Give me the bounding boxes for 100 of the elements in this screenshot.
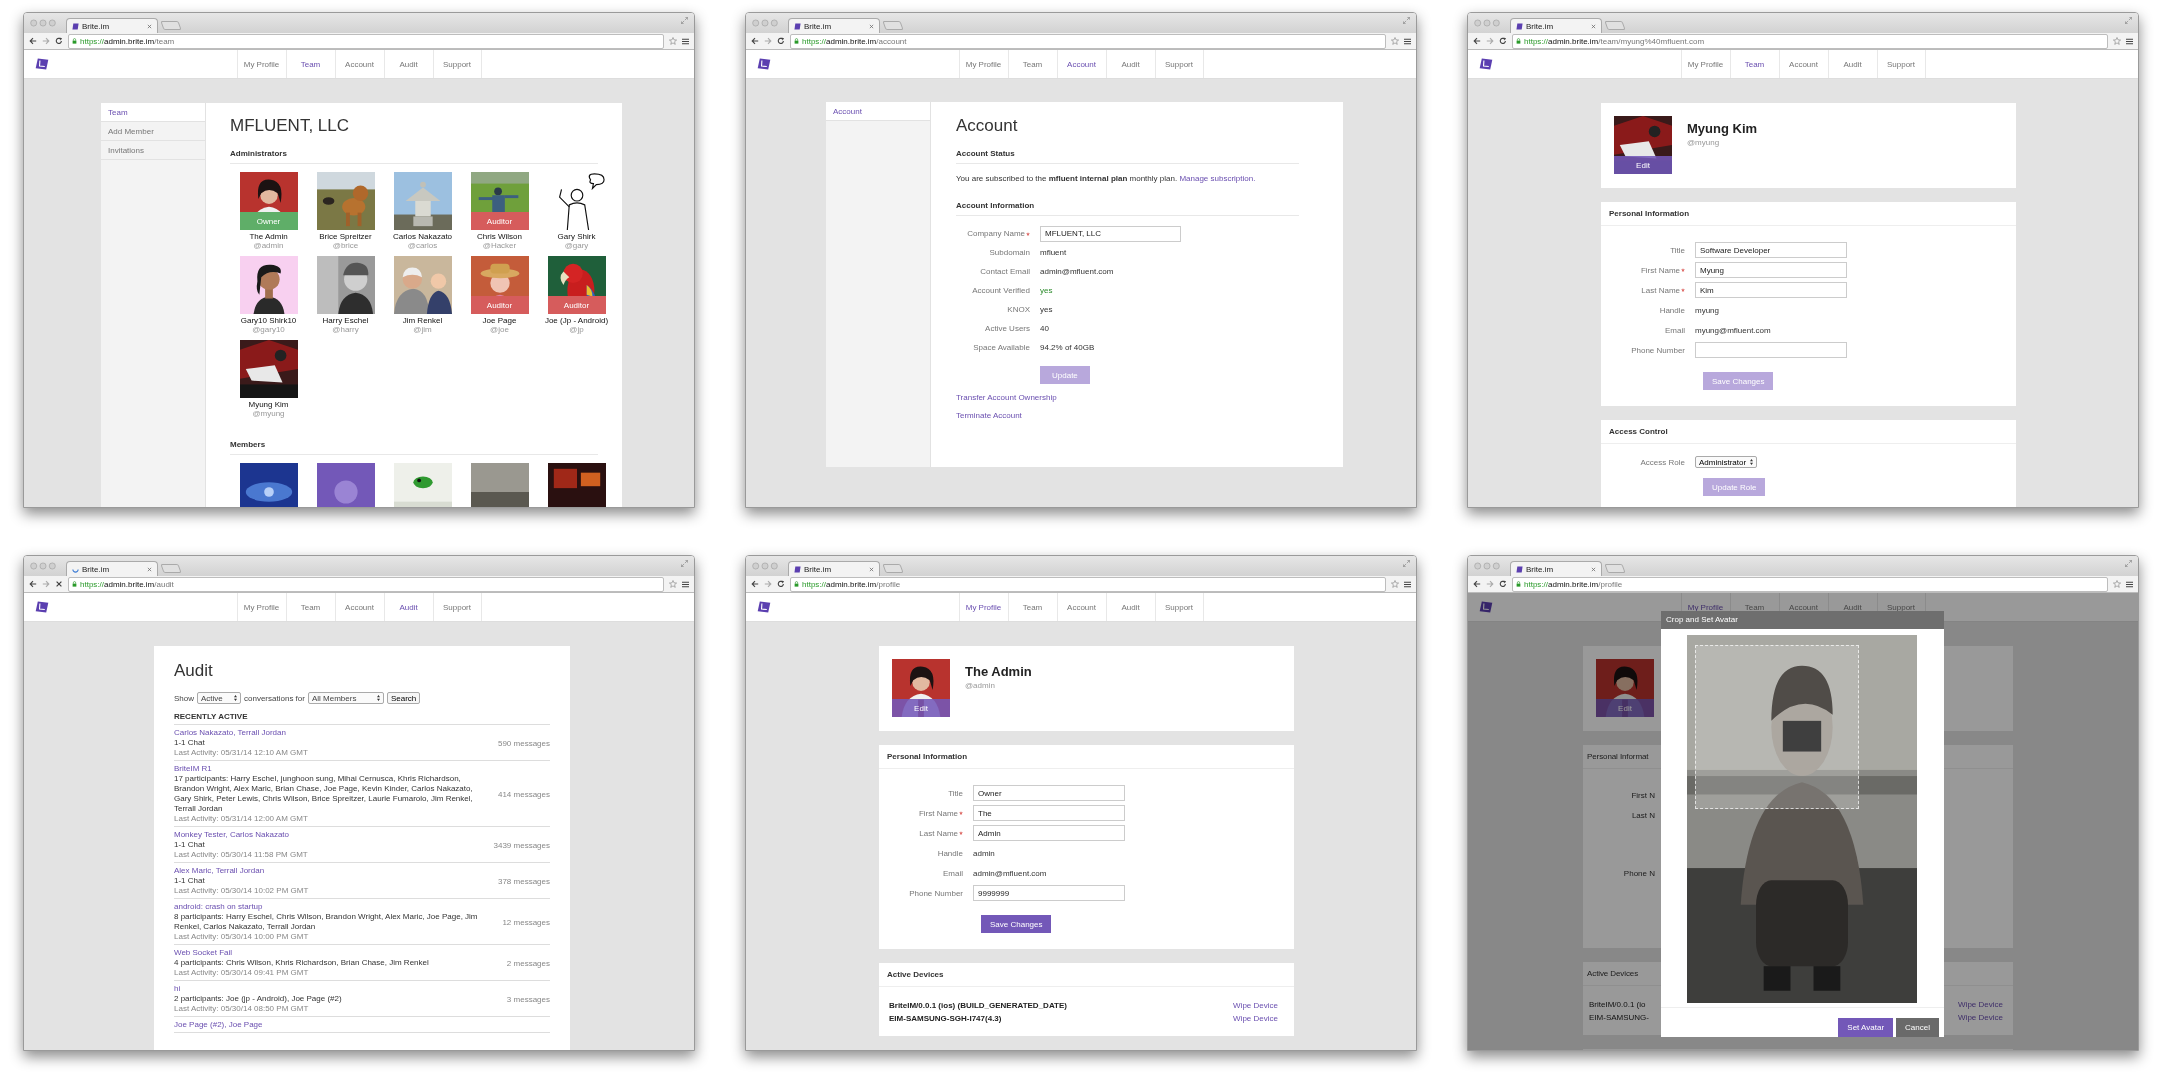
close-icon[interactable] (1591, 566, 1596, 572)
close-icon[interactable] (1591, 23, 1596, 29)
member-name[interactable]: Gary Shirk (557, 232, 596, 241)
nav-tab[interactable]: Audit (383, 50, 433, 78)
nav-tab[interactable]: Support (1876, 50, 1926, 78)
member-name[interactable]: Chris Wilson (477, 232, 522, 241)
nav-tab[interactable]: Account (334, 593, 384, 621)
manage-subscription-link[interactable]: Manage subscription. (1179, 174, 1256, 183)
sidebar-item[interactable]: Invitations (101, 141, 205, 160)
menu-icon[interactable] (682, 37, 689, 45)
menu-icon[interactable] (1404, 580, 1411, 588)
nav-tab[interactable]: Support (1154, 593, 1204, 621)
fullscreen-icon[interactable] (2125, 560, 2132, 567)
nav-tab[interactable]: Audit (1827, 50, 1877, 78)
member-name[interactable]: Jim Renkel (402, 316, 443, 325)
fullscreen-icon[interactable] (1403, 17, 1410, 24)
wipe-device-link[interactable]: Wipe Device (1958, 1000, 2003, 1009)
logo-icon[interactable] (757, 600, 771, 614)
close-icon[interactable] (869, 566, 874, 572)
text-field[interactable] (1695, 342, 1847, 358)
member-name[interactable]: Joe (Jp - Android) (544, 316, 609, 325)
back-icon[interactable] (751, 37, 759, 45)
search-button[interactable]: Search (386, 692, 421, 704)
member-name[interactable]: Gary10 Shirk10 (240, 316, 297, 325)
back-icon[interactable] (1473, 37, 1481, 45)
sidebar-item[interactable]: Account (826, 102, 930, 121)
nav-tab[interactable]: Support (1154, 50, 1204, 78)
nav-tab[interactable]: My Profile (236, 50, 286, 78)
address-field[interactable]: https://admin.brite.im/profile (1512, 576, 2108, 592)
nav-tab[interactable]: Account (334, 50, 384, 78)
reload-icon[interactable] (1499, 37, 1507, 45)
member-name[interactable]: The Admin (249, 232, 288, 241)
menu-icon[interactable] (2126, 37, 2133, 45)
close-icon[interactable] (147, 566, 152, 572)
conversation-link[interactable]: Monkey Tester, Carlos Nakazato (174, 830, 486, 840)
text-field[interactable]: MFLUENT, LLC (1040, 225, 1181, 242)
member-name[interactable]: Brice Spreitzer (319, 232, 372, 241)
bookmark-star-icon[interactable] (1391, 580, 1399, 588)
bookmark-star-icon[interactable] (669, 580, 677, 588)
text-field[interactable]: 9999999 (973, 885, 1125, 901)
member-dropdown[interactable]: All Members (307, 692, 384, 704)
browser-tab[interactable]: Brite.im (788, 561, 880, 576)
forward-icon[interactable] (1486, 580, 1494, 588)
address-field[interactable]: https://admin.brite.im/account (790, 33, 1386, 49)
nav-tab[interactable]: Support (432, 593, 482, 621)
nav-tab[interactable]: Support (432, 50, 482, 78)
forward-icon[interactable] (764, 37, 772, 45)
nav-tab[interactable]: Audit (1105, 593, 1155, 621)
nav-tab[interactable]: Account (1778, 50, 1828, 78)
address-field[interactable]: https://admin.brite.im/team (68, 33, 664, 49)
close-icon[interactable] (869, 23, 874, 29)
text-field[interactable]: Admin (973, 825, 1125, 841)
nav-tab[interactable]: Audit (383, 593, 433, 621)
member-name[interactable]: Harry Eschel (322, 316, 369, 325)
logo-icon[interactable] (1479, 600, 1493, 614)
reload-icon[interactable] (777, 580, 785, 588)
edit-button[interactable]: Edit (1596, 699, 1654, 717)
conversation-link[interactable]: BriteIM R1 (174, 764, 490, 774)
address-field[interactable]: https://admin.brite.im/audit (68, 576, 664, 592)
logo-icon[interactable] (35, 57, 49, 71)
nav-tab[interactable]: Team (1007, 50, 1057, 78)
browser-tab[interactable]: Brite.im (66, 18, 158, 33)
dialog-button[interactable]: Set Avatar (1838, 1018, 1894, 1037)
nav-tab[interactable]: My Profile (1680, 50, 1730, 78)
text-field[interactable]: Owner (973, 785, 1125, 801)
edit-button[interactable]: Edit (1614, 156, 1672, 174)
text-field[interactable]: Myung (1695, 262, 1847, 278)
browser-tab[interactable]: Brite.im (66, 561, 158, 576)
reload-icon[interactable] (55, 37, 63, 45)
conversation-link[interactable]: Carlos Nakazato, Terrall Jordan (174, 728, 490, 738)
nav-tab[interactable]: Account (1056, 593, 1106, 621)
logo-icon[interactable] (35, 600, 49, 614)
nav-tab[interactable]: Audit (1105, 50, 1155, 78)
bookmark-star-icon[interactable] (2113, 580, 2121, 588)
conversation-link[interactable]: Web Socket Fail (174, 948, 499, 958)
address-field[interactable]: https://admin.brite.im/profile (790, 576, 1386, 592)
wipe-device-link[interactable]: Wipe Device (1958, 1013, 2003, 1022)
wipe-device-link[interactable]: Wipe Device (1233, 1001, 1278, 1010)
logo-icon[interactable] (757, 57, 771, 71)
wipe-device-link[interactable]: Wipe Device (1233, 1014, 1278, 1023)
text-field[interactable]: Software Developer (1695, 242, 1847, 258)
forward-icon[interactable] (764, 580, 772, 588)
fullscreen-icon[interactable] (2125, 17, 2132, 24)
menu-icon[interactable] (1404, 37, 1411, 45)
close-icon[interactable] (147, 23, 152, 29)
reload-icon[interactable] (777, 37, 785, 45)
conversation-link[interactable]: android: crash on startup (174, 902, 495, 912)
fullscreen-icon[interactable] (1403, 560, 1410, 567)
bookmark-star-icon[interactable] (2113, 37, 2121, 45)
member-name[interactable]: Myung Kim (248, 400, 289, 409)
nav-tab[interactable]: My Profile (236, 593, 286, 621)
member-name[interactable]: Joe Page (482, 316, 517, 325)
menu-icon[interactable] (2126, 580, 2133, 588)
back-icon[interactable] (1473, 580, 1481, 588)
account-link[interactable]: Terminate Account (956, 411, 1323, 420)
back-icon[interactable] (29, 580, 37, 588)
browser-tab[interactable]: Brite.im (788, 18, 880, 33)
bookmark-star-icon[interactable] (1391, 37, 1399, 45)
forward-icon[interactable] (1486, 37, 1494, 45)
dialog-button[interactable]: Cancel (1896, 1018, 1939, 1037)
